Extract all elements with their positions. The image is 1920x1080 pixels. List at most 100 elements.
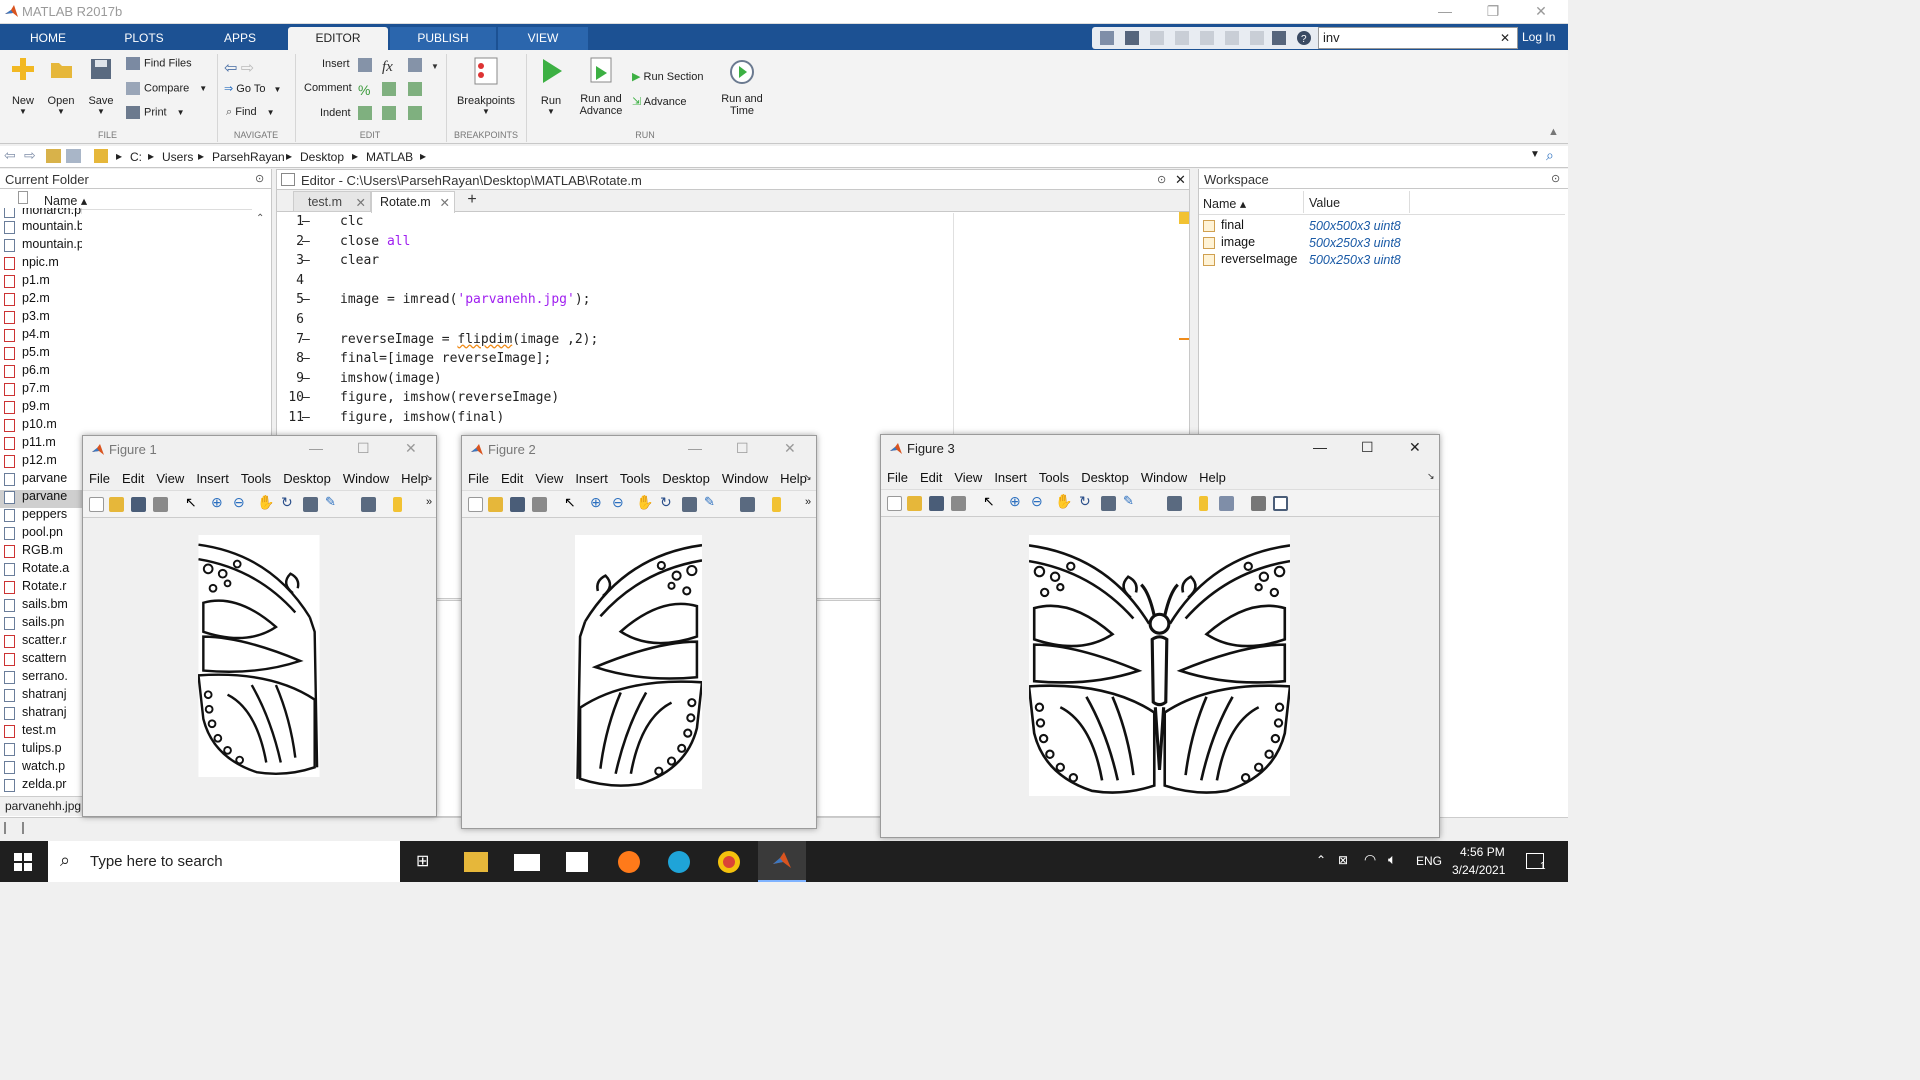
print-figure-icon[interactable] — [951, 496, 966, 511]
editor-close-icon[interactable]: ✕ — [1175, 172, 1186, 188]
taskbar-search-box[interactable]: ⌕ Type here to search — [48, 841, 400, 882]
figure-1-window[interactable]: Figure 1 — ☐ ✕ File Edit View Insert Tools De… — [82, 435, 437, 817]
menu-view[interactable]: View — [954, 470, 982, 485]
login-link[interactable]: Log In — [1522, 30, 1555, 44]
breadcrumb-matlab[interactable]: MATLAB — [366, 150, 413, 164]
workspace-value-header[interactable]: Value — [1309, 196, 1340, 210]
print-button[interactable]: Print ▼ — [126, 106, 185, 119]
close-button[interactable]: ✕ — [784, 440, 796, 457]
minimize-button[interactable]: — — [688, 440, 702, 456]
pointer-icon[interactable]: ↖ — [983, 493, 998, 509]
list-item[interactable]: npic.m — [4, 255, 59, 273]
close-button[interactable]: ✕ — [405, 440, 417, 457]
clock-time[interactable]: 4:56 PM — [1460, 845, 1505, 859]
find-button[interactable]: ⌕ Find ▼ — [226, 106, 275, 119]
run-button[interactable]: Run ▼ — [534, 56, 568, 116]
figure-2-window[interactable]: Figure 2 — ☐ ✕ File Edit View Insert Tools De… — [461, 435, 817, 829]
print-figure-icon[interactable] — [153, 497, 168, 512]
tab-home[interactable]: HOME — [0, 27, 96, 50]
save-button[interactable]: Save ▼ — [84, 56, 118, 116]
menu-window[interactable]: Window — [722, 471, 768, 486]
menu-edit[interactable]: Edit — [122, 471, 144, 486]
minimize-button[interactable]: — — [1422, 0, 1468, 24]
data-cursor-icon[interactable] — [682, 497, 697, 512]
menu-insert[interactable]: Insert — [196, 471, 229, 486]
list-item[interactable]: tulips.p — [4, 741, 62, 759]
tab-test-m[interactable]: test.m ✕ — [293, 191, 371, 212]
tab-publish[interactable]: PUBLISH — [390, 27, 496, 50]
menu-edit[interactable]: Edit — [501, 471, 523, 486]
collapse-ribbon-icon[interactable]: ▲ — [1548, 126, 1559, 138]
run-and-time-button[interactable]: Run and Time — [718, 56, 766, 117]
forward-arrow-icon[interactable]: ⇨ — [24, 147, 36, 164]
pan-hand-icon[interactable]: ✋ — [1055, 493, 1072, 509]
menu-help[interactable]: Help — [780, 471, 807, 486]
address-dropdown-icon[interactable]: ▼ — [1530, 149, 1540, 160]
toolbar-overflow-icon[interactable]: » — [426, 496, 432, 508]
list-item[interactable]: p2.m — [4, 291, 50, 309]
close-button[interactable]: ✕ — [1518, 0, 1564, 24]
data-cursor-icon[interactable] — [1101, 496, 1116, 511]
back-forward-nav[interactable]: ⇦ ⇨ — [224, 58, 254, 78]
menu-insert[interactable]: Insert — [575, 471, 608, 486]
minimize-button[interactable]: — — [309, 440, 323, 456]
list-item[interactable]: scatter.r — [4, 633, 66, 651]
figure-3-window[interactable]: Figure 3 — ☐ ✕ File Edit View Insert Tools De… — [880, 434, 1440, 838]
breadcrumb-c[interactable]: C: — [130, 150, 142, 164]
browse-folder-icon[interactable] — [66, 149, 81, 163]
comment-label[interactable]: Comment — [304, 82, 352, 94]
menu-window[interactable]: Window — [1141, 470, 1187, 485]
run-section-button[interactable]: ▶ Run Section — [632, 70, 703, 83]
maximize-button[interactable]: ☐ — [1361, 439, 1374, 456]
menu-tools[interactable]: Tools — [620, 471, 650, 486]
list-item[interactable]: sails.pn — [4, 615, 64, 633]
panel-menu-icon[interactable]: ⊙ — [255, 172, 264, 185]
wifi-icon[interactable]: ◠ — [1364, 851, 1376, 868]
zoom-out-icon[interactable]: ⊖ — [612, 494, 627, 510]
edge-icon[interactable] — [668, 851, 690, 873]
menu-help[interactable]: Help — [401, 471, 428, 486]
new-figure-icon[interactable] — [468, 497, 483, 512]
menu-edit[interactable]: Edit — [920, 470, 942, 485]
legend-icon[interactable] — [1219, 496, 1234, 511]
tab-plots[interactable]: PLOTS — [96, 27, 192, 50]
up-folder-icon[interactable] — [46, 149, 61, 163]
windows-start-icon[interactable] — [14, 853, 32, 871]
pan-hand-icon[interactable]: ✋ — [636, 494, 653, 510]
save-figure-icon[interactable] — [510, 497, 525, 512]
menu-overflow-icon[interactable]: ↘ — [804, 472, 812, 483]
list-item[interactable]: p5.m — [4, 345, 50, 363]
list-item[interactable]: p10.m — [4, 417, 57, 435]
tab-view[interactable]: VIEW — [498, 27, 588, 50]
code-analyzer-indicator[interactable] — [1179, 212, 1189, 224]
scroll-up-icon[interactable]: ⌃ — [256, 213, 264, 224]
workspace-name-header[interactable]: Name ▴ — [1203, 196, 1246, 211]
task-view-icon[interactable]: ⊞ — [416, 851, 429, 871]
menu-view[interactable]: View — [156, 471, 184, 486]
list-item[interactable]: p1.m — [4, 273, 50, 291]
restore-button[interactable]: ❐ — [1470, 0, 1516, 24]
menu-file[interactable]: File — [887, 470, 908, 485]
tray-chevron-icon[interactable]: ⌃ — [1316, 853, 1326, 867]
list-item[interactable]: sails.bm — [4, 597, 68, 615]
brush-icon[interactable]: ✎ — [1123, 493, 1138, 508]
menu-insert[interactable]: Insert — [994, 470, 1027, 485]
mail-icon[interactable] — [514, 854, 540, 871]
workspace-var-row[interactable]: reverseImage — [1203, 252, 1297, 269]
zoom-in-icon[interactable]: ⊕ — [1009, 493, 1024, 509]
colorbar-icon[interactable] — [393, 497, 402, 512]
open-file-icon[interactable] — [488, 497, 503, 512]
search-folder-icon[interactable]: ⌕ — [1546, 147, 1554, 164]
new-figure-icon[interactable] — [887, 496, 902, 511]
list-item[interactable]: mountain.png — [4, 237, 82, 255]
back-arrow-icon[interactable]: ⇦ — [4, 147, 16, 164]
chrome-icon[interactable] — [718, 851, 740, 873]
tab-rotate-m[interactable]: Rotate.m ✕ — [371, 191, 455, 213]
menu-help[interactable]: Help — [1199, 470, 1226, 485]
zoom-in-icon[interactable]: ⊕ — [211, 494, 226, 510]
breadcrumb-users[interactable]: Users — [162, 150, 193, 164]
list-item[interactable]: p6.m — [4, 363, 50, 381]
run-and-advance-button[interactable]: Run and Advance — [578, 56, 624, 117]
minimize-button[interactable]: — — [1313, 439, 1327, 455]
tab-editor[interactable]: EDITOR — [288, 27, 388, 50]
